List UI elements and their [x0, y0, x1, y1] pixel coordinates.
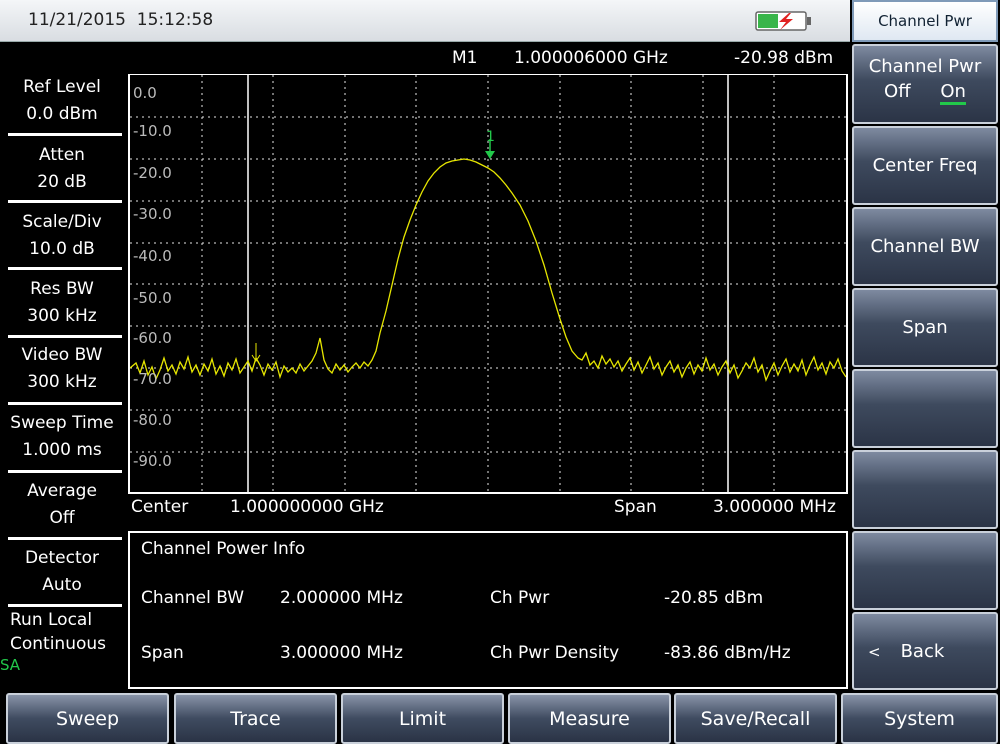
menu-limit[interactable]: Limit — [341, 693, 504, 744]
param-value: 10.0 dB — [29, 239, 95, 259]
marker-readout: M1 1.000006000 GHz -20.98 dBm — [130, 44, 846, 72]
datetime: 11/21/2015 15:12:58 — [28, 10, 214, 30]
spectrum-graticule: 1 — [130, 75, 846, 493]
channel-bw-button[interactable]: Channel BW — [852, 207, 998, 286]
ch-pwr-density-value: -83.86 dBm/Hz — [664, 643, 791, 663]
channel-pwr-label: Channel Pwr — [868, 56, 982, 77]
span-value: 3.000000 MHz — [713, 497, 836, 517]
divider — [8, 200, 122, 203]
channel-pwr-off: Off — [884, 81, 911, 102]
channel-power-info: Channel Power Info Channel BW 2.000000 M… — [128, 531, 848, 689]
param-label: Scale/Div — [22, 212, 102, 232]
channel-bw-label: Channel BW — [141, 588, 245, 608]
y-tick-5: -50.0 — [133, 289, 172, 307]
softkey-empty-7[interactable] — [852, 531, 998, 610]
param-value: 0.0 dBm — [26, 104, 98, 124]
y-tick-1: -10.0 — [133, 122, 172, 140]
info-title: Channel Power Info — [141, 539, 306, 559]
param-label: Ref Level — [23, 77, 101, 97]
run-state: Run Local Continuous SA — [0, 608, 124, 690]
param-sweep-time[interactable]: Sweep Time 1.000 ms — [0, 410, 124, 468]
divider — [8, 267, 122, 270]
channel-pwr-on: On — [940, 81, 966, 105]
run-continuous: Continuous — [10, 634, 107, 654]
param-value: 1.000 ms — [22, 440, 102, 460]
y-tick-6: -60.0 — [133, 329, 172, 347]
mode-indicator: SA — [0, 656, 21, 674]
param-label: Detector — [24, 548, 100, 568]
marker-frequency: 1.000006000 GHz — [514, 48, 668, 68]
channel-bw-value: 2.000000 MHz — [280, 588, 403, 608]
y-tick-9: -90.0 — [133, 452, 172, 470]
marker-level: -20.98 dBm — [734, 48, 834, 68]
status-bar: 11/21/2015 15:12:58 — [0, 0, 850, 42]
channel-pwr-toggle[interactable]: Channel Pwr Off On — [852, 44, 998, 124]
y-tick-2: -20.0 — [133, 164, 172, 182]
svg-text:1: 1 — [486, 129, 495, 145]
menu-measure[interactable]: Measure — [508, 693, 671, 744]
divider — [8, 470, 122, 473]
back-button[interactable]: < Back — [852, 612, 998, 690]
softkey-empty-6[interactable] — [852, 450, 998, 529]
span-label: Span — [614, 497, 657, 517]
back-label: Back — [900, 641, 945, 662]
param-label: Average — [27, 481, 97, 501]
span-value: 3.000000 MHz — [280, 643, 403, 663]
param-detector[interactable]: Detector Auto — [0, 545, 124, 603]
back-arrow-icon: < — [868, 643, 881, 661]
param-value: Off — [49, 508, 75, 528]
param-average[interactable]: Average Off — [0, 478, 124, 536]
divider — [8, 537, 122, 540]
y-tick-4: -40.0 — [133, 247, 172, 265]
divider — [8, 402, 122, 405]
softkey-empty-5[interactable] — [852, 369, 998, 448]
center-freq-button[interactable]: Center Freq — [852, 126, 998, 205]
menu-system[interactable]: System — [841, 693, 998, 744]
divider — [8, 133, 122, 136]
y-tick-3: -30.0 — [133, 205, 172, 223]
param-res-bw[interactable]: Res BW 300 kHz — [0, 276, 124, 334]
menu-trace[interactable]: Trace — [174, 693, 337, 744]
span-label: Span — [141, 643, 184, 663]
battery-charging-icon — [755, 11, 811, 31]
param-video-bw[interactable]: Video BW 300 kHz — [0, 342, 124, 400]
ch-pwr-label: Ch Pwr — [490, 588, 550, 608]
y-tick-7: -70.0 — [133, 370, 172, 388]
center-label: Center — [131, 497, 189, 517]
ch-pwr-density-label: Ch Pwr Density — [490, 643, 620, 663]
y-tick-0: 0.0 — [133, 84, 157, 102]
run-local: Run Local — [10, 610, 93, 630]
param-value: Auto — [42, 575, 82, 595]
param-label: Res BW — [30, 279, 94, 299]
param-label: Atten — [39, 145, 85, 165]
ch-pwr-value: -20.85 dBm — [664, 588, 764, 608]
param-value: 300 kHz — [27, 306, 97, 326]
menu-sweep[interactable]: Sweep — [6, 693, 169, 744]
span-button[interactable]: Span — [852, 288, 998, 367]
param-label: Video BW — [21, 345, 103, 365]
param-value: 20 dB — [37, 172, 87, 192]
param-ref-level[interactable]: Ref Level 0.0 dBm — [0, 74, 124, 132]
channel-edge-marker-icon — [251, 343, 261, 362]
center-frequency: 1.000000000 GHz — [230, 497, 384, 517]
param-value: 300 kHz — [27, 372, 97, 392]
divider — [8, 335, 122, 338]
y-tick-8: -80.0 — [133, 411, 172, 429]
menu-save-recall[interactable]: Save/Recall — [674, 693, 837, 744]
param-label: Sweep Time — [10, 413, 114, 433]
marker-name: M1 — [452, 48, 478, 68]
menu-title: Channel Pwr — [852, 0, 998, 42]
divider — [8, 604, 122, 607]
param-scale-div[interactable]: Scale/Div 10.0 dB — [0, 209, 124, 267]
marker-1-icon: 1 — [485, 129, 495, 159]
param-atten[interactable]: Atten 20 dB — [0, 142, 124, 200]
